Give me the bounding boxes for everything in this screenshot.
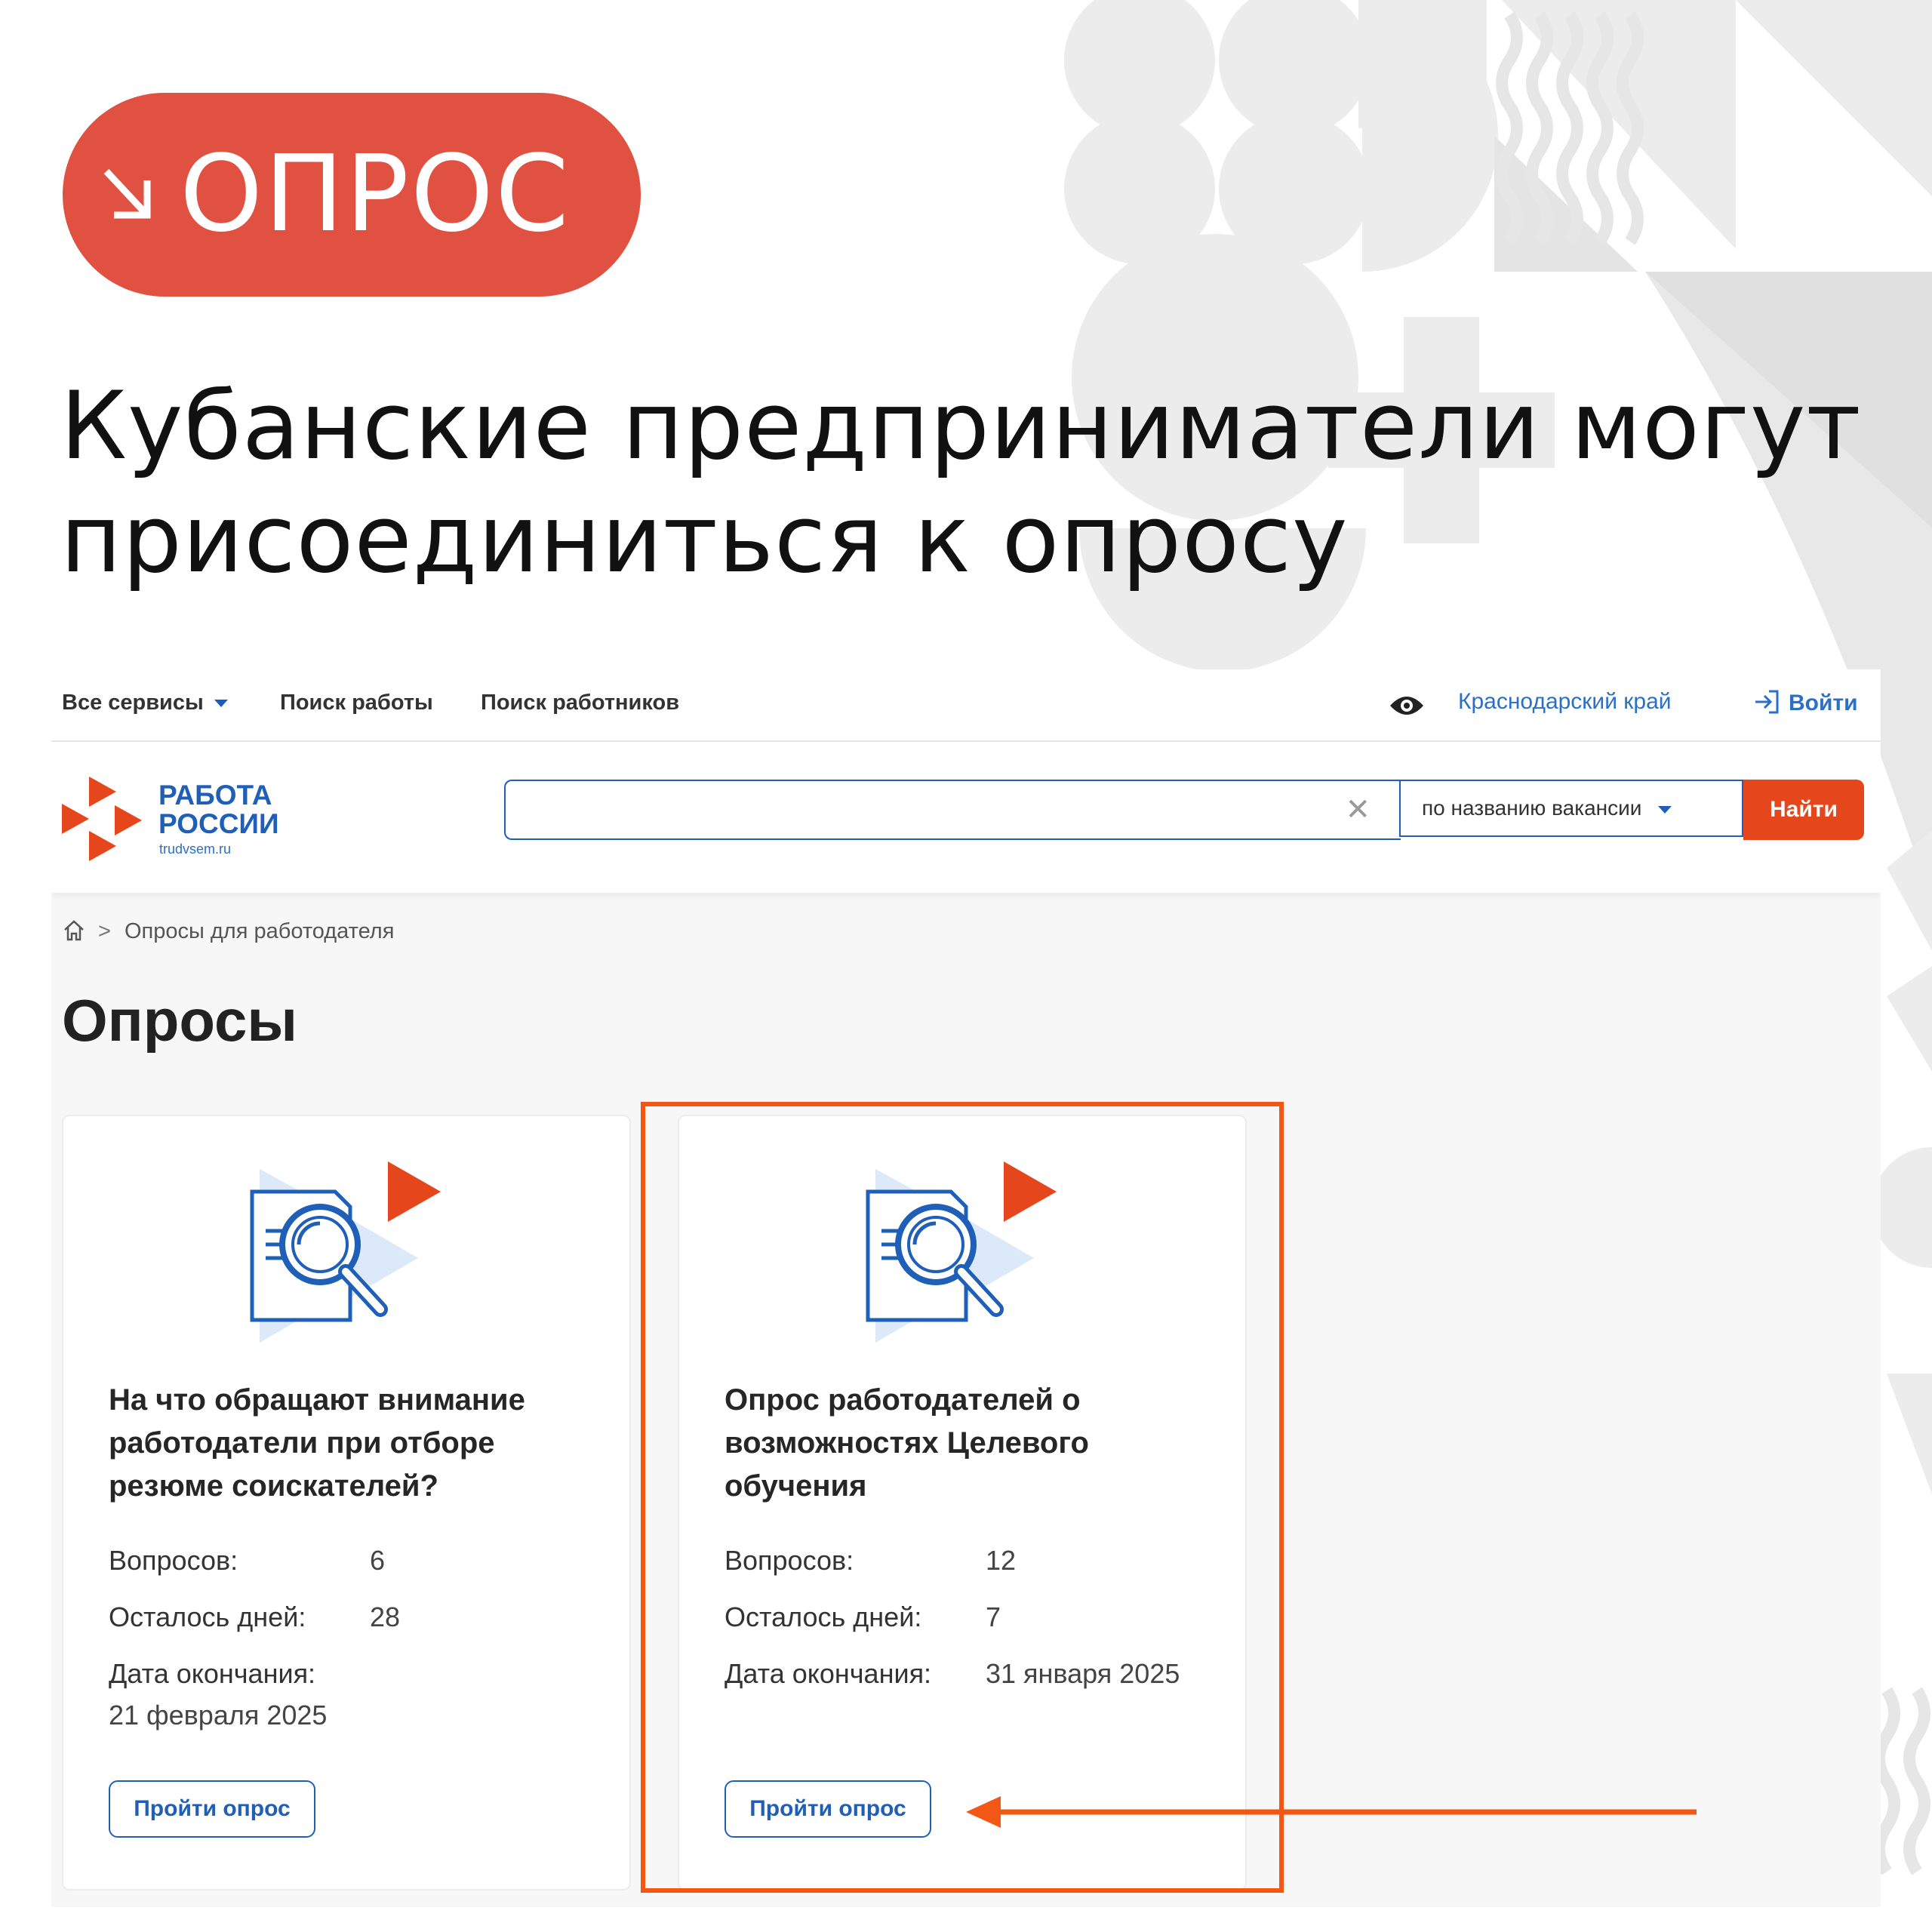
logo-wordmark[interactable]: РАБОТА РОССИИ	[158, 781, 279, 838]
arrow-down-right-icon	[103, 168, 151, 219]
headline: Кубанские предприниматели могут присоеди…	[60, 372, 1862, 594]
end-date-label: Дата окончания:	[109, 1658, 316, 1689]
all-services-label: Все сервисы	[62, 691, 204, 715]
days-left-count: 28	[370, 1601, 401, 1632]
search-button[interactable]: Найти	[1743, 780, 1864, 840]
breadcrumb-current: Опросы для работодателя	[124, 919, 395, 943]
search-mode-select[interactable]: по названию вакансии	[1399, 780, 1743, 837]
questions-count: 6	[370, 1545, 386, 1576]
worker-search-link[interactable]: Поиск работников	[481, 691, 679, 715]
caret-down-icon	[1658, 805, 1672, 814]
end-date-value: 21 февраля 2025	[109, 1700, 328, 1730]
document-search-icon	[250, 1161, 441, 1343]
logo-site: trudvsem.ru	[159, 841, 232, 857]
clear-icon[interactable]: ✕	[1345, 795, 1371, 825]
home-icon[interactable]	[62, 918, 86, 943]
job-search-link[interactable]: Поиск работы	[280, 691, 433, 715]
site-header: РАБОТА РОССИИ trudvsem.ru ✕ по названию …	[51, 742, 1881, 893]
survey-badge: ОПРОС	[63, 93, 641, 297]
pointer-arrow-icon	[966, 1796, 1697, 1828]
breadcrumb: > Опросы для работодателя	[62, 918, 394, 944]
page-title: Опросы	[62, 987, 298, 1054]
highlight-frame	[641, 1102, 1284, 1893]
questions-label: Вопросов:	[109, 1545, 238, 1576]
take-survey-button[interactable]: Пройти опрос	[109, 1780, 315, 1838]
login-icon	[1755, 690, 1779, 714]
days-left-label: Осталось дней:	[109, 1601, 306, 1632]
survey-title: На что обращают внимание работодатели пр…	[109, 1383, 525, 1503]
login-label: Войти	[1789, 691, 1858, 715]
logo-line1: РАБОТА	[158, 780, 272, 811]
rabota-rossii-logo-icon[interactable]	[62, 777, 145, 861]
search-input[interactable]: ✕	[504, 780, 1401, 840]
login-link[interactable]: Войти	[1752, 689, 1858, 716]
survey-card: На что обращают внимание работодатели пр…	[62, 1115, 631, 1890]
search-mode-label: по названию вакансии	[1422, 796, 1642, 820]
all-services-menu[interactable]: Все сервисы	[62, 691, 228, 715]
badge-label: ОПРОС	[180, 133, 571, 256]
breadcrumb-separator: >	[98, 919, 111, 943]
region-selector[interactable]: Краснодарский край	[1458, 689, 1672, 715]
eye-icon[interactable]	[1389, 692, 1425, 719]
top-navigation: Все сервисы Поиск работы Поиск работнико…	[51, 669, 1881, 742]
logo-line2: РОССИИ	[158, 808, 279, 839]
caret-down-icon	[214, 700, 228, 708]
